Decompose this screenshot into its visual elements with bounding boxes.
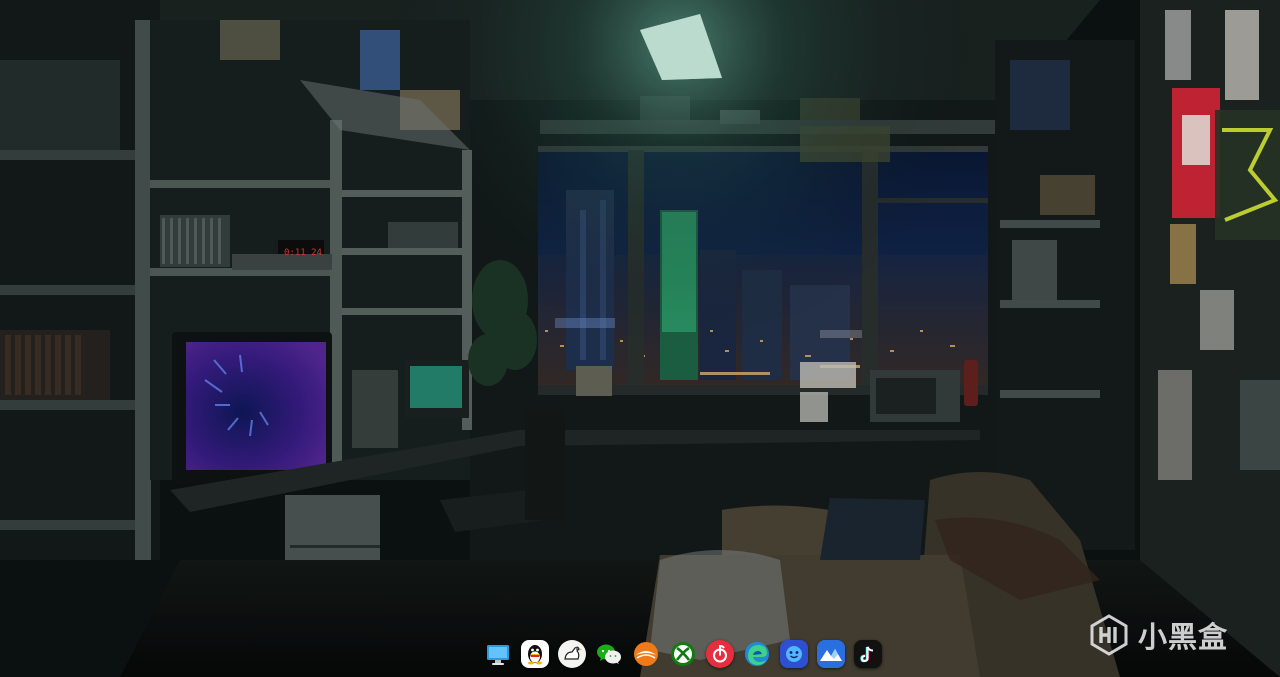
- tiktok-icon: [854, 640, 882, 668]
- dock-item-edge[interactable]: [743, 640, 771, 668]
- penguin-icon: [528, 645, 542, 665]
- dock-item-xbox[interactable]: [669, 640, 697, 668]
- face-icon: [780, 640, 808, 668]
- dock-item-goose[interactable]: [558, 640, 586, 668]
- dock-item-netease-music[interactable]: [706, 640, 734, 668]
- music-note-icon: [707, 641, 733, 667]
- chat-bubbles-icon: [597, 644, 621, 664]
- sun-arc-icon: [634, 642, 658, 666]
- desktop-wallpaper: 0:11 24: [0, 0, 1280, 677]
- goose-icon: [559, 641, 585, 667]
- monitor-icon: [487, 645, 509, 665]
- mountain-icon: [817, 640, 845, 668]
- dock-item-qq-game[interactable]: [780, 640, 808, 668]
- xiaoheihe-logo-icon: [1090, 614, 1128, 656]
- edge-icon: [745, 642, 769, 666]
- watermark-text: 小黑盒: [1138, 620, 1229, 654]
- taskbar-dock: [478, 634, 888, 674]
- dock-item-qq[interactable]: [521, 640, 549, 668]
- dock-item-sunlogin[interactable]: [632, 640, 660, 668]
- xiaoheihe-watermark: 小黑盒: [1088, 612, 1228, 658]
- xbox-icon: [671, 642, 695, 666]
- dock-item-wechat[interactable]: [595, 640, 623, 668]
- dock-item-computer[interactable]: [484, 640, 512, 668]
- dock-item-mountains[interactable]: [817, 640, 845, 668]
- dock-item-tiktok[interactable]: [854, 640, 882, 668]
